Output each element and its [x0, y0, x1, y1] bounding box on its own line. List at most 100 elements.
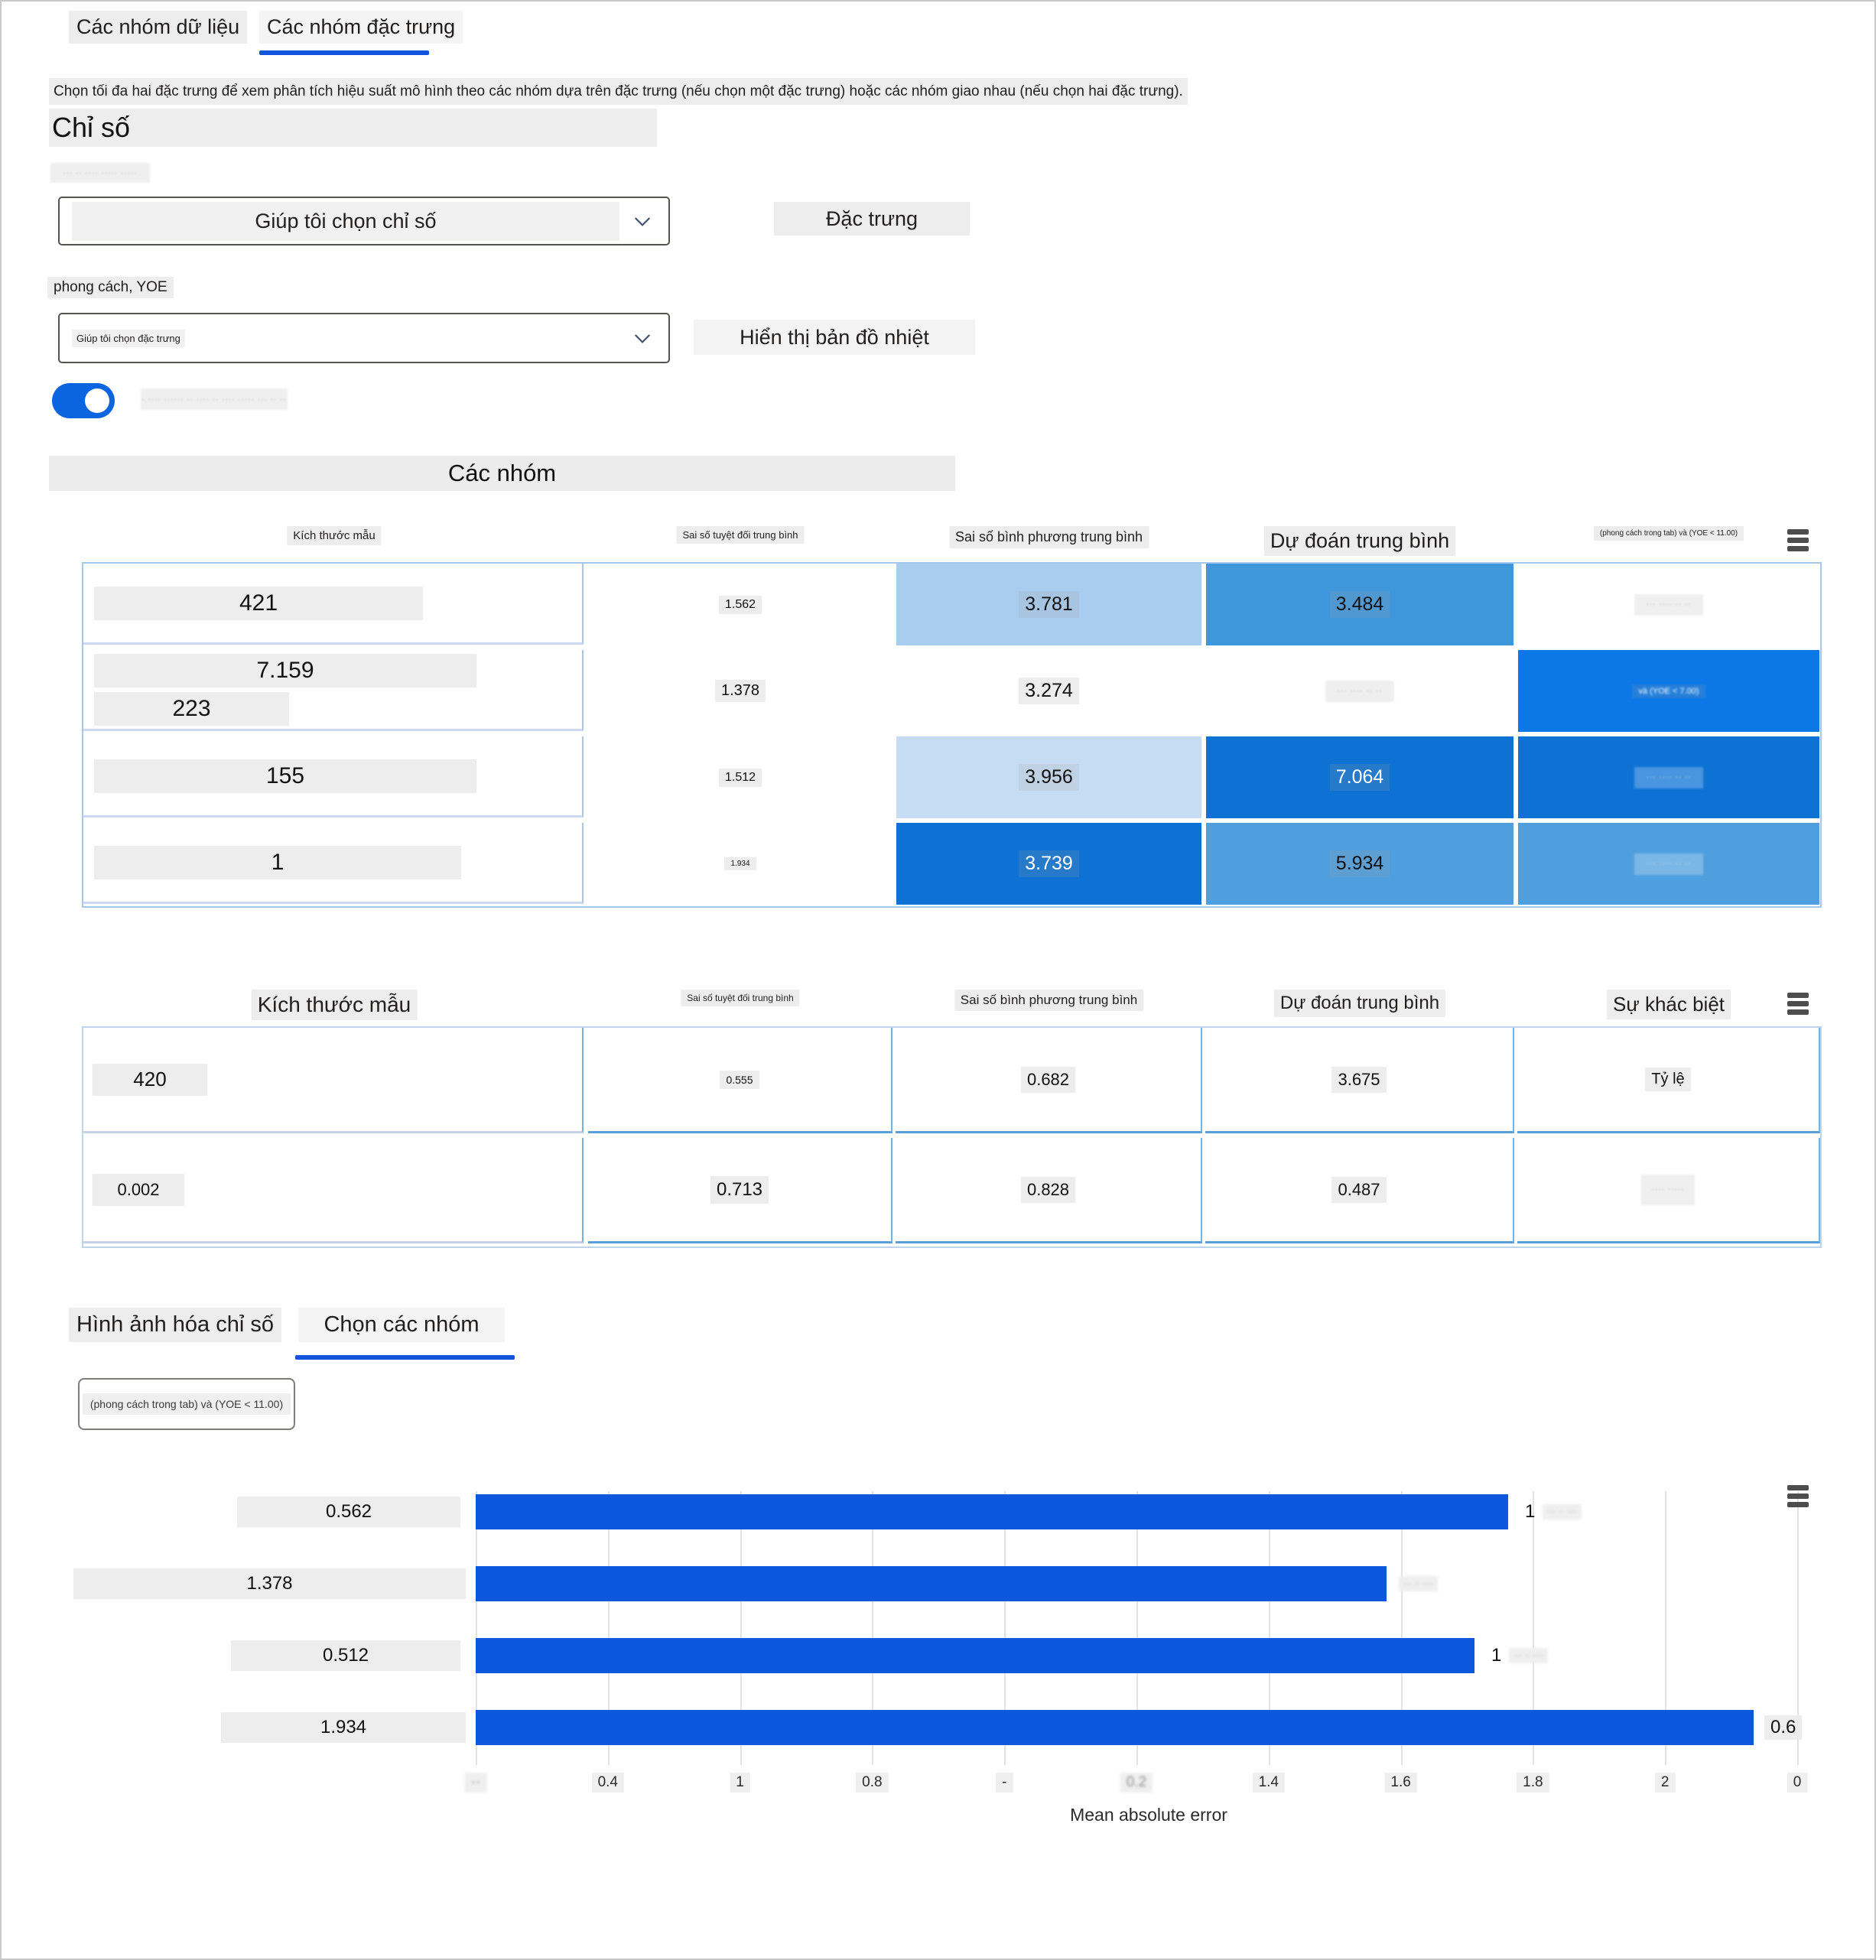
cell-value: và (YOE < 7.00) — [1632, 684, 1705, 698]
x-tick-label: 1.8 — [1517, 1773, 1549, 1793]
cohort-size-cell: 155 — [83, 736, 584, 817]
chart-menu-icon[interactable] — [1787, 1485, 1809, 1510]
metric-cell: 3.675 — [1205, 1028, 1514, 1133]
illegible-cell-text: ··· ···· ·· ·· — [1634, 853, 1703, 875]
cohort-chip[interactable]: (phong cách trong tab) và (YOE < 11.00) — [78, 1378, 295, 1430]
cell-value: 1.512 — [718, 768, 762, 787]
cell-value: 7.064 — [1329, 764, 1390, 791]
heatmap-cell: ··· ···· ·· ·· — [1518, 823, 1819, 905]
y-axis-label: 1.934 — [221, 1712, 466, 1743]
column-header: Sự khác biệt — [1606, 990, 1731, 1019]
active-tab-underline — [259, 50, 429, 55]
cell-value: 1.378 — [714, 680, 766, 702]
selected-features-label: phong cách, YOE — [47, 277, 174, 298]
metric-section-title: Chỉ số — [52, 112, 131, 143]
row-label-value: 420 — [93, 1063, 207, 1096]
heatmap-toggle-label: Hiển thị bản đồ nhiệt — [694, 320, 975, 355]
column-header: Sai số tuyệt đối trung bình — [681, 990, 800, 1006]
bar-value-label: ··· ·· ···· — [1397, 1569, 1439, 1598]
cell-value: 3.484 — [1329, 591, 1390, 618]
cell-value: 3.956 — [1019, 764, 1079, 791]
illegible-cell-text: ··· ···· ·· ·· — [1634, 766, 1703, 788]
x-tick-label: 1.4 — [1252, 1773, 1286, 1793]
cell-value: 0.713 — [710, 1175, 769, 1204]
metric-cell: ···· ····· — [1517, 1138, 1820, 1243]
cohort-size-value: 1 — [94, 845, 461, 879]
cohort-size-value: 7.159 — [94, 653, 476, 687]
feature-dropdown[interactable]: Giúp tôi chọn đặc trưng — [58, 313, 670, 363]
y-axis-label: 0.562 — [237, 1497, 460, 1527]
x-tick-label: 2 — [1654, 1773, 1676, 1793]
x-axis-title: Mean absolute error — [1070, 1805, 1227, 1825]
x-tick-label: 0 — [1787, 1773, 1808, 1793]
bar — [476, 1494, 1508, 1529]
y-axis-label: 0.512 — [231, 1640, 460, 1671]
heatmap-cell: 3.781 — [896, 564, 1201, 645]
illegible-cell-text: ··· ···· ·· ·· — [1634, 593, 1703, 616]
heatmap-cell: 3.956 — [896, 736, 1201, 818]
cohorts-banner-label: Các nhóm — [447, 460, 557, 486]
x-tick-label: - — [996, 1773, 1013, 1793]
heatmap-cell: 1.562 — [589, 564, 892, 645]
metric-cell: 0.555 — [588, 1028, 892, 1133]
chevron-down-icon — [634, 334, 651, 343]
metric-heading-highlight — [49, 109, 657, 147]
heatmap-cell: 1.512 — [589, 736, 892, 818]
cohort-size-cell: 1 — [83, 823, 584, 904]
metric-dropdown[interactable]: Giúp tôi chọn chỉ số — [58, 197, 670, 245]
cohort-size-value: 223 — [94, 691, 289, 726]
feature-label: Đặc trưng — [774, 202, 970, 236]
chevron-down-icon — [634, 217, 651, 226]
heatmap-cell: 1.378 — [589, 650, 892, 732]
metric-cell: 0.487 — [1205, 1138, 1514, 1243]
cohorts-banner: Các nhóm — [49, 456, 955, 491]
bar-value-label: 1 ··· ·· ···· — [1519, 1497, 1582, 1526]
row-label-value: 0.002 — [93, 1173, 184, 1206]
bar-value-label: 1 ··· ·· ···· — [1485, 1641, 1549, 1670]
table2-menu-icon[interactable] — [1787, 993, 1809, 1018]
cell-value: 3.739 — [1019, 850, 1079, 877]
tab-data-cohorts[interactable]: Các nhóm dữ liệu — [69, 11, 248, 44]
column-header: (phong cách trong tab) và (YOE < 11.00) — [1593, 526, 1744, 541]
feature-cohorts-page: Các nhóm dữ liệu Các nhóm đặc trưng Chọn… — [0, 0, 1876, 1960]
cell-value: 0.828 — [1020, 1176, 1076, 1203]
bar-value-label: 0.6 — [1764, 1713, 1803, 1742]
x-tick-label: ·· — [464, 1773, 487, 1793]
heatmap-cell: ··· ···· ·· ·· — [1206, 650, 1513, 732]
cohort-size-cell: 7.159 223 — [83, 650, 584, 731]
tab-feature-cohorts[interactable]: Các nhóm đặc trưng — [259, 11, 463, 44]
metric-cell: 0.828 — [896, 1138, 1202, 1243]
heatmap-cell: 1.934 — [589, 823, 892, 905]
row-label-cell: 0.002 — [83, 1138, 584, 1243]
column-header: Sai số bình phương trung bình — [954, 990, 1144, 1011]
x-tick-label: 0.2 — [1120, 1773, 1153, 1793]
x-tick-label: 1 — [730, 1773, 750, 1793]
toggle-knob — [85, 388, 109, 413]
cell-value: Tỷ lệ — [1645, 1068, 1691, 1091]
illegible-cell-text: ··· ···· ·· ·· — [1325, 680, 1394, 702]
table1-menu-icon[interactable] — [1787, 529, 1809, 554]
x-tick-label: 1.6 — [1384, 1773, 1417, 1793]
metric-cell: Tỷ lệ — [1517, 1028, 1820, 1133]
tab-metric-visualizations[interactable]: Hình ảnh hóa chỉ số — [69, 1308, 281, 1342]
column-header: Dự đoán trung bình — [1273, 990, 1446, 1017]
viz-active-tab-underline — [295, 1355, 515, 1360]
x-tick-label: 0.4 — [591, 1773, 625, 1793]
y-axis-label: 1.378 — [73, 1568, 466, 1599]
column-header: Kích thước mẫu — [287, 526, 382, 545]
cohort-size-value: 421 — [94, 586, 423, 620]
heatmap-cell: 3.484 — [1206, 564, 1513, 645]
cell-value: 0.682 — [1020, 1066, 1076, 1093]
heatmap-cell: 5.934 — [1206, 823, 1513, 905]
cell-value: 3.781 — [1019, 591, 1079, 618]
cell-value: 1.562 — [718, 595, 762, 614]
heatmap-toggle[interactable] — [52, 383, 115, 418]
heatmap-cell: ··· ···· ·· ·· — [1518, 736, 1819, 818]
column-header: Dự đoán trung bình — [1263, 526, 1456, 556]
illegible-cell-text: ···· ····· — [1641, 1174, 1695, 1205]
cell-value: 5.934 — [1329, 850, 1390, 877]
cell-value: 1.934 — [724, 857, 756, 870]
illegible-toggle-caption: ·· ···· ······ ·· ···· ·· ···· ····· ···… — [141, 388, 288, 410]
tab-select-cohorts[interactable]: Chọn các nhóm — [298, 1308, 505, 1342]
column-header: Sai số bình phương trung bình — [948, 526, 1149, 548]
